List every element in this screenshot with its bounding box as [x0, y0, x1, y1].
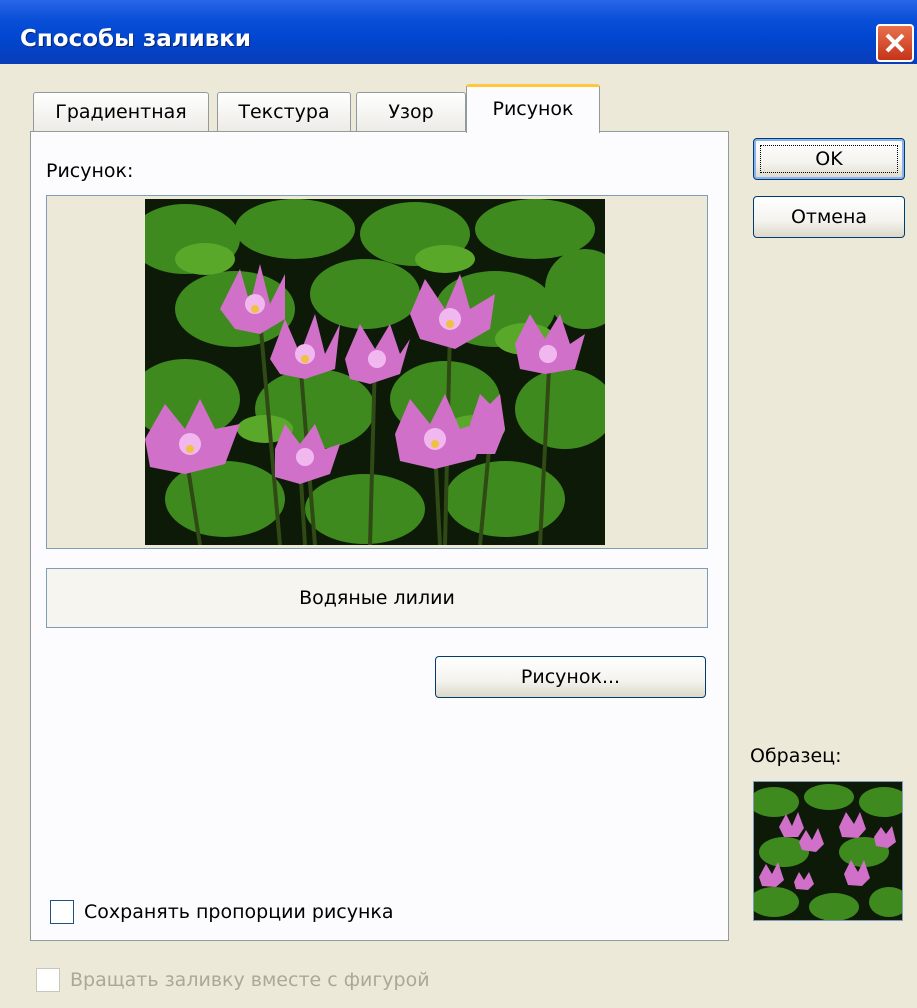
rotate-fill-checkbox[interactable]	[36, 968, 60, 992]
tab-gradient[interactable]: Градиентная	[33, 92, 209, 132]
tab-pattern[interactable]: Узор	[356, 92, 466, 132]
ok-button[interactable]: OK	[753, 138, 905, 180]
title-bar[interactable]: Способы заливки	[0, 0, 917, 64]
cancel-button[interactable]: Отмена	[753, 196, 905, 238]
picture-label: Рисунок:	[46, 160, 134, 182]
sample-label: Образец:	[750, 745, 842, 767]
tab-picture[interactable]: Рисунок	[466, 84, 600, 133]
tab-texture[interactable]: Текстура	[217, 92, 351, 132]
window-title: Способы заливки	[20, 26, 251, 52]
lock-aspect-label: Сохранять пропорции рисунка	[84, 901, 394, 923]
picture-preview-frame	[46, 195, 708, 549]
ok-button-label: OK	[815, 148, 843, 170]
fill-effects-dialog: Способы заливки Градиентная Текстура Узо…	[0, 0, 917, 1008]
lock-aspect-checkbox[interactable]	[50, 900, 74, 924]
select-picture-button[interactable]: Рисунок...	[435, 656, 706, 698]
picture-name-field: Водяные лилии	[46, 568, 708, 628]
rotate-fill-label: Вращать заливку вместе с фигурой	[70, 969, 430, 991]
close-icon	[885, 33, 905, 53]
water-lilies-photo	[145, 199, 605, 545]
sample-preview	[753, 781, 903, 921]
close-button[interactable]	[876, 24, 914, 62]
